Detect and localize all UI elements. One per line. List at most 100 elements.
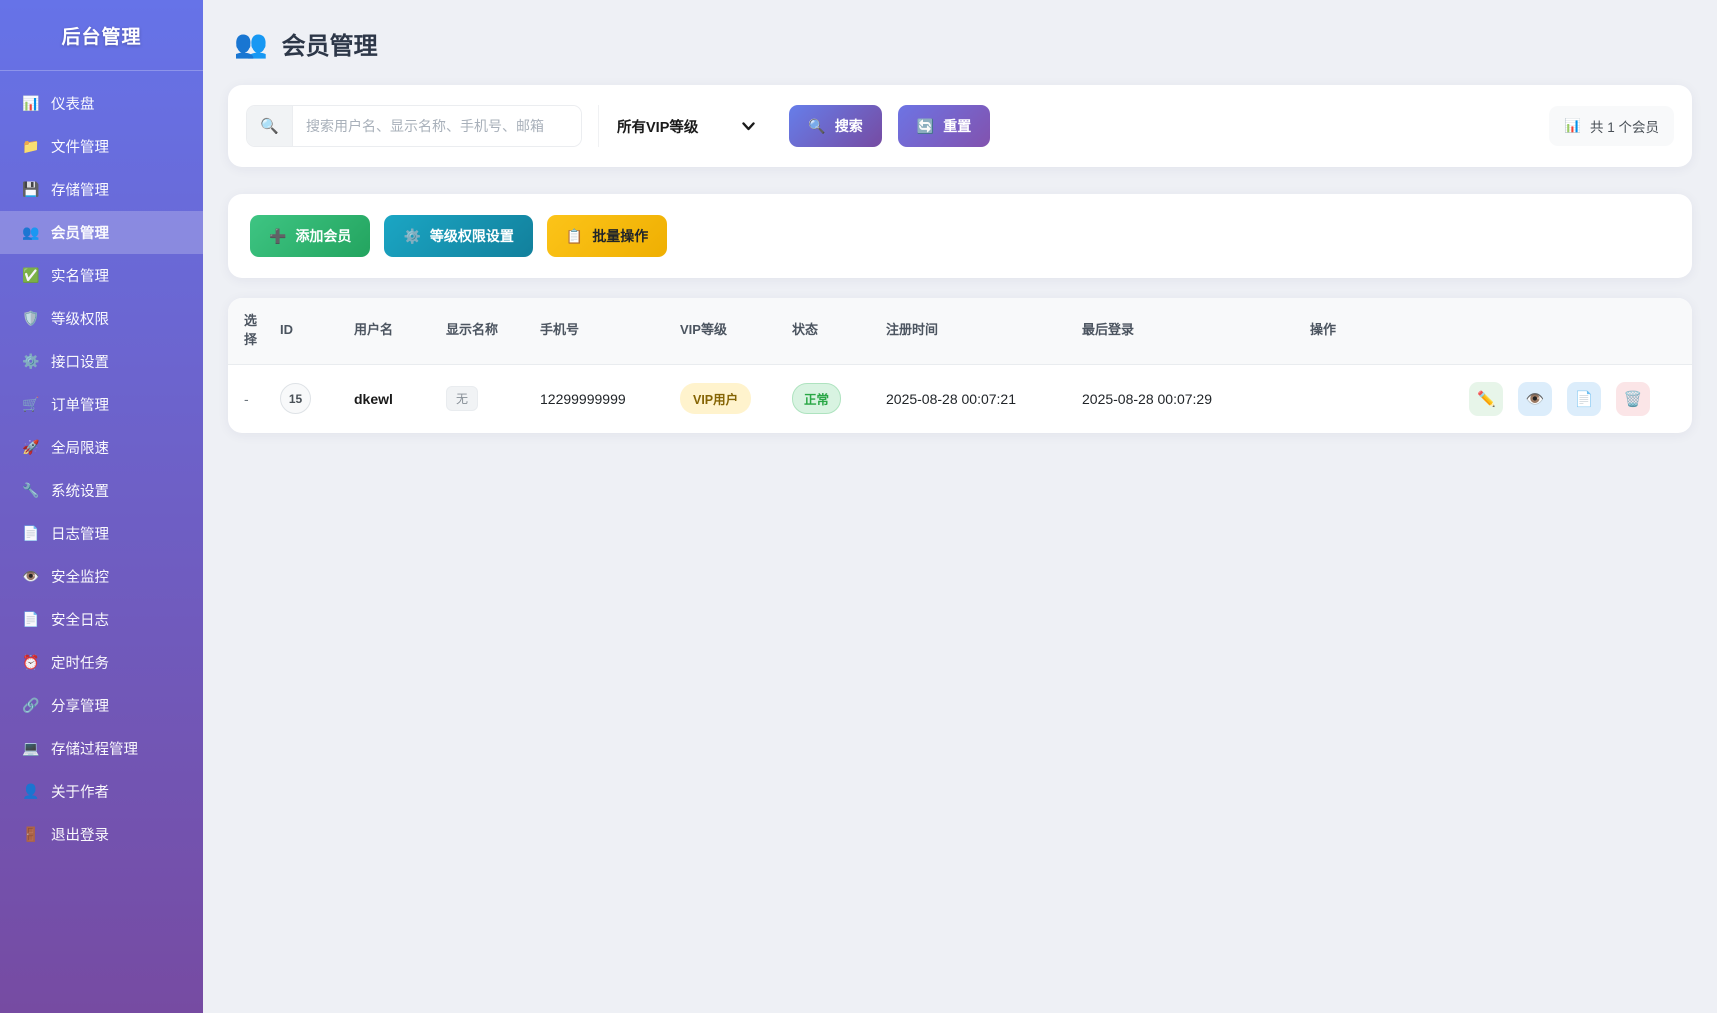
column-header-phone: 手机号 <box>528 298 668 364</box>
sidebar-item-label: 系统设置 <box>51 480 109 501</box>
alarm-clock-icon: ⏰ <box>22 654 40 671</box>
view-button[interactable]: 👁️ <box>1518 382 1552 416</box>
sidebar-item-label: 退出登录 <box>51 824 109 845</box>
sidebar-item-files[interactable]: 📁 文件管理 <box>0 125 203 168</box>
add-member-button[interactable]: ➕ 添加会员 <box>250 215 370 257</box>
batch-operations-button[interactable]: 📋 批量操作 <box>547 215 667 257</box>
search-icon: 🔍 <box>808 118 825 135</box>
wrench-icon: 🔧 <box>22 482 40 499</box>
id-badge: 15 <box>280 383 311 414</box>
sidebar-item-storage[interactable]: 💾 存储管理 <box>0 168 203 211</box>
phone-value: 12299999999 <box>528 364 668 433</box>
sidebar-item-label: 日志管理 <box>51 523 109 544</box>
check-box-icon: ✅ <box>22 267 40 284</box>
sidebar-item-label: 分享管理 <box>51 695 109 716</box>
eye-icon: 👁️ <box>22 568 40 585</box>
rocket-icon: 🚀 <box>22 439 40 456</box>
app-title: 后台管理 <box>0 0 203 71</box>
floppy-disk-icon: 💾 <box>22 181 40 198</box>
cart-icon: 🛒 <box>22 396 40 413</box>
clipboard-icon: 📋 <box>566 228 583 245</box>
gear-icon: ⚙️ <box>403 228 420 245</box>
chart-bar-icon: 📊 <box>1564 118 1581 134</box>
registered-at-value: 2025-08-28 00:07:21 <box>874 364 1070 433</box>
sidebar-item-members[interactable]: 👥 会员管理 <box>0 211 203 254</box>
sidebar-item-system-settings[interactable]: 🔧 系统设置 <box>0 469 203 512</box>
column-header-display-name: 显示名称 <box>434 298 528 364</box>
edit-button[interactable]: ✏️ <box>1469 382 1503 416</box>
pencil-icon: ✏️ <box>1477 390 1496 408</box>
sidebar-item-security-monitor[interactable]: 👁️ 安全监控 <box>0 555 203 598</box>
users-icon: 👥 <box>22 224 40 241</box>
vip-level-select[interactable]: 所有VIP等级 <box>598 105 771 147</box>
delete-button[interactable]: 🗑️ <box>1616 382 1650 416</box>
eye-icon: 👁️ <box>1526 390 1545 408</box>
sidebar-item-about-author[interactable]: 👤 关于作者 <box>0 770 203 813</box>
sidebar-item-label: 关于作者 <box>51 781 109 802</box>
sidebar-item-label: 等级权限 <box>51 308 109 329</box>
sidebar-item-logout[interactable]: 🚪 退出登录 <box>0 813 203 856</box>
sidebar-item-label: 存储过程管理 <box>51 738 138 759</box>
reset-button[interactable]: 🔄 重置 <box>898 105 990 147</box>
sidebar-item-label: 会员管理 <box>51 222 109 243</box>
search-icon: 🔍 <box>247 106 293 146</box>
member-count-label: 共 1 个会员 <box>1590 116 1659 136</box>
search-panel: 🔍 所有VIP等级 🔍 搜索 🔄 重置 📊 共 1 个会员 <box>228 85 1692 167</box>
main-content: 👥 会员管理 🔍 所有VIP等级 🔍 搜索 🔄 重置 📊 共 1 个会员 <box>203 0 1717 1013</box>
sidebar: 后台管理 📊 仪表盘 📁 文件管理 💾 存储管理 👥 会员管理 ✅ 实名管理 🛡… <box>0 0 203 1013</box>
sidebar-item-rate-limit[interactable]: 🚀 全局限速 <box>0 426 203 469</box>
page-title: 👥 会员管理 <box>234 26 1692 61</box>
level-permission-settings-button[interactable]: ⚙️ 等级权限设置 <box>384 215 532 257</box>
sidebar-item-label: 接口设置 <box>51 351 109 372</box>
document-icon: 📄 <box>22 525 40 542</box>
sidebar-item-label: 文件管理 <box>51 136 109 157</box>
trash-icon: 🗑️ <box>1624 390 1643 408</box>
sidebar-nav: 📊 仪表盘 📁 文件管理 💾 存储管理 👥 会员管理 ✅ 实名管理 🛡️ 等级权… <box>0 71 203 856</box>
sidebar-item-orders[interactable]: 🛒 订单管理 <box>0 383 203 426</box>
sidebar-item-label: 定时任务 <box>51 652 109 673</box>
chevron-down-icon <box>742 122 755 131</box>
row-actions: ✏️ 👁️ 📄 🗑️ <box>1298 364 1692 433</box>
vip-level-badge: VIP用户 <box>680 383 751 414</box>
sidebar-item-dashboard[interactable]: 📊 仪表盘 <box>0 82 203 125</box>
shield-icon: 🛡️ <box>22 310 40 327</box>
toolbar: ➕ 添加会员 ⚙️ 等级权限设置 📋 批量操作 <box>228 194 1692 278</box>
door-icon: 🚪 <box>22 826 40 843</box>
sidebar-item-label: 安全监控 <box>51 566 109 587</box>
laptop-icon: 💻 <box>22 740 40 757</box>
column-header-status: 状态 <box>780 298 874 364</box>
table-header-row: 选择 ID 用户名 显示名称 手机号 VIP等级 状态 注册时间 最后登录 操作 <box>228 298 1692 364</box>
document-icon: 📄 <box>22 611 40 628</box>
detail-button[interactable]: 📄 <box>1567 382 1601 416</box>
users-icon: 👥 <box>234 28 268 60</box>
sidebar-item-scheduled-tasks[interactable]: ⏰ 定时任务 <box>0 641 203 684</box>
sidebar-item-level-permissions[interactable]: 🛡️ 等级权限 <box>0 297 203 340</box>
sidebar-item-label: 存储管理 <box>51 179 109 200</box>
search-button[interactable]: 🔍 搜索 <box>789 105 881 147</box>
sidebar-item-label: 订单管理 <box>51 394 109 415</box>
column-header-username: 用户名 <box>342 298 434 364</box>
column-header-vip-level: VIP等级 <box>668 298 780 364</box>
sidebar-item-share-management[interactable]: 🔗 分享管理 <box>0 684 203 727</box>
column-header-id: ID <box>268 298 342 364</box>
search-input[interactable] <box>293 106 581 146</box>
column-header-select: 选择 <box>228 298 268 364</box>
sidebar-item-stored-procedures[interactable]: 💻 存储过程管理 <box>0 727 203 770</box>
sidebar-item-api-settings[interactable]: ⚙️ 接口设置 <box>0 340 203 383</box>
sidebar-item-security-logs[interactable]: 📄 安全日志 <box>0 598 203 641</box>
sidebar-item-label: 仪表盘 <box>51 93 95 114</box>
column-header-registered: 注册时间 <box>874 298 1070 364</box>
sidebar-item-label: 安全日志 <box>51 609 109 630</box>
sidebar-item-label: 实名管理 <box>51 265 109 286</box>
chart-bar-icon: 📊 <box>22 95 40 112</box>
column-header-last-login: 最后登录 <box>1070 298 1298 364</box>
table-row: - 15 dkewl 无 12299999999 VIP用户 正常 2025-0… <box>228 364 1692 433</box>
search-input-group: 🔍 <box>246 105 582 147</box>
sidebar-item-realname[interactable]: ✅ 实名管理 <box>0 254 203 297</box>
display-name-badge: 无 <box>446 386 478 411</box>
last-login-value: 2025-08-28 00:07:29 <box>1070 364 1298 433</box>
sidebar-item-logs[interactable]: 📄 日志管理 <box>0 512 203 555</box>
document-icon: 📄 <box>1575 390 1594 408</box>
row-select-cell: - <box>228 364 268 433</box>
gear-icon: ⚙️ <box>22 353 40 370</box>
